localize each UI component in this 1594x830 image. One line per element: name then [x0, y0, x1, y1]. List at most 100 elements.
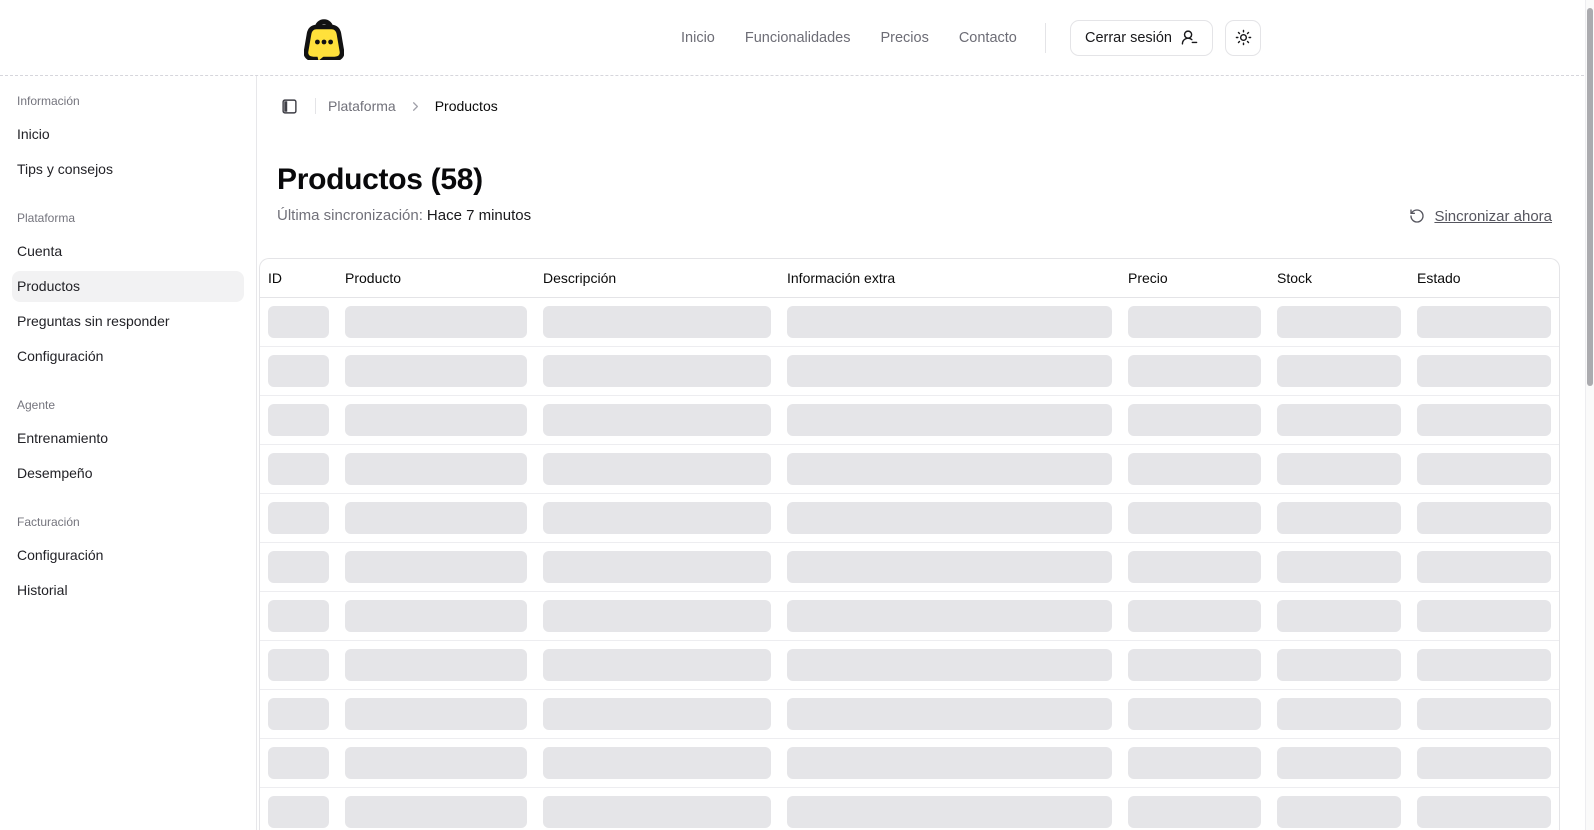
skeleton-cell: [268, 796, 329, 828]
skeleton-cell: [1277, 306, 1401, 338]
vertical-scrollbar[interactable]: [1585, 0, 1594, 830]
table-cell: [337, 591, 535, 640]
table-cell: [337, 640, 535, 689]
table-cell: [779, 787, 1120, 830]
table-cell: [337, 493, 535, 542]
skeleton-cell: [1277, 355, 1401, 387]
table-cell: [1409, 346, 1559, 395]
table-cell: [1269, 542, 1409, 591]
table-cell: [1409, 493, 1559, 542]
user-minus-icon: [1181, 29, 1198, 46]
skeleton-cell: [1128, 551, 1261, 583]
sidebar-item-inicio[interactable]: Inicio: [12, 119, 244, 150]
sidebar-section-title: Facturación: [12, 515, 244, 530]
sync-now-label: Sincronizar ahora: [1434, 208, 1552, 225]
scrollbar-thumb[interactable]: [1587, 8, 1593, 386]
table-cell: [1409, 395, 1559, 444]
brand-bag-chat-icon[interactable]: [304, 16, 344, 60]
skeleton-cell: [1128, 355, 1261, 387]
skeleton-cell: [1277, 453, 1401, 485]
skeleton-cell: [268, 649, 329, 681]
skeleton-cell: [787, 404, 1112, 436]
skeleton-cell: [268, 747, 329, 779]
sidebar-section-facturacion: Facturación Configuración Historial: [12, 515, 244, 606]
table-cell: [535, 542, 779, 591]
theme-toggle-button[interactable]: [1225, 20, 1261, 56]
table-cell: [535, 493, 779, 542]
table-cell: [535, 787, 779, 830]
table-cell: [260, 493, 337, 542]
sidebar-item-configuracion[interactable]: Configuración: [12, 540, 244, 571]
last-sync-label: Última sincronización:: [277, 207, 423, 224]
table-cell: [1269, 493, 1409, 542]
skeleton-cell: [1417, 453, 1551, 485]
column-header-precio: Precio: [1120, 259, 1269, 297]
table-cell: [1269, 395, 1409, 444]
table-cell: [1409, 738, 1559, 787]
sync-now-link[interactable]: Sincronizar ahora: [1409, 208, 1552, 225]
skeleton-cell: [1128, 796, 1261, 828]
table-cell: [1120, 297, 1269, 346]
skeleton-cell: [1128, 453, 1261, 485]
sidebar-item-historial[interactable]: Historial: [12, 575, 244, 606]
table-cell: [1409, 591, 1559, 640]
breadcrumb-parent[interactable]: Plataforma: [328, 98, 396, 114]
nav-links: Inicio Funcionalidades Precios Contacto: [681, 0, 1017, 75]
skeleton-cell: [1417, 649, 1551, 681]
skeleton-cell: [1128, 698, 1261, 730]
skeleton-cell: [787, 796, 1112, 828]
column-header-descripcion: Descripción: [535, 259, 779, 297]
table-cell: [779, 591, 1120, 640]
table-cell: [337, 542, 535, 591]
sidebar-item-tips-y-consejos[interactable]: Tips y consejos: [12, 154, 244, 185]
sidebar-section-informacion: Información Inicio Tips y consejos: [12, 94, 244, 185]
table-row: [260, 542, 1559, 591]
table-cell: [535, 395, 779, 444]
table-cell: [1269, 297, 1409, 346]
table-cell: [535, 444, 779, 493]
table-cell: [337, 689, 535, 738]
sidebar-toggle-button[interactable]: [275, 92, 303, 120]
products-table: IDProductoDescripciónInformación extraPr…: [260, 259, 1559, 830]
table-row: [260, 493, 1559, 542]
sidebar-item-cuenta[interactable]: Cuenta: [12, 236, 244, 267]
nav-link-contacto[interactable]: Contacto: [959, 30, 1017, 46]
skeleton-cell: [543, 698, 771, 730]
nav-link-funcionalidades[interactable]: Funcionalidades: [745, 30, 851, 46]
table-cell: [779, 493, 1120, 542]
table-row: [260, 395, 1559, 444]
skeleton-cell: [543, 649, 771, 681]
skeleton-cell: [1417, 355, 1551, 387]
table-cell: [1409, 689, 1559, 738]
sidebar-item-desempeno[interactable]: Desempeño: [12, 458, 244, 489]
sidebar-item-configuracion[interactable]: Configuración: [12, 341, 244, 372]
skeleton-cell: [1277, 600, 1401, 632]
table-cell: [1409, 542, 1559, 591]
table-cell: [779, 542, 1120, 591]
sidebar-section-title: Información: [12, 94, 244, 109]
table-cell: [1269, 640, 1409, 689]
nav-divider: [1045, 23, 1046, 53]
sidebar-item-entrenamiento[interactable]: Entrenamiento: [12, 423, 244, 454]
sidebar-section-title: Agente: [12, 398, 244, 413]
skeleton-cell: [1417, 502, 1551, 534]
skeleton-cell: [1417, 747, 1551, 779]
skeleton-cell: [543, 404, 771, 436]
last-sync-value: Hace 7 minutos: [427, 207, 531, 224]
table-cell: [1120, 689, 1269, 738]
skeleton-cell: [345, 747, 527, 779]
table-cell: [260, 591, 337, 640]
nav-link-precios[interactable]: Precios: [880, 30, 928, 46]
sidebar-item-preguntas-sin-responder[interactable]: Preguntas sin responder: [12, 306, 244, 337]
skeleton-cell: [1277, 502, 1401, 534]
nav-link-inicio[interactable]: Inicio: [681, 30, 715, 46]
table-cell: [260, 297, 337, 346]
skeleton-cell: [1128, 649, 1261, 681]
sidebar-section-agente: Agente Entrenamiento Desempeño: [12, 398, 244, 489]
skeleton-cell: [1277, 747, 1401, 779]
logout-button[interactable]: Cerrar sesión: [1070, 20, 1213, 56]
sidebar-section-title: Plataforma: [12, 211, 244, 226]
skeleton-cell: [787, 502, 1112, 534]
sidebar-item-productos[interactable]: Productos: [12, 271, 244, 302]
table-row: [260, 591, 1559, 640]
